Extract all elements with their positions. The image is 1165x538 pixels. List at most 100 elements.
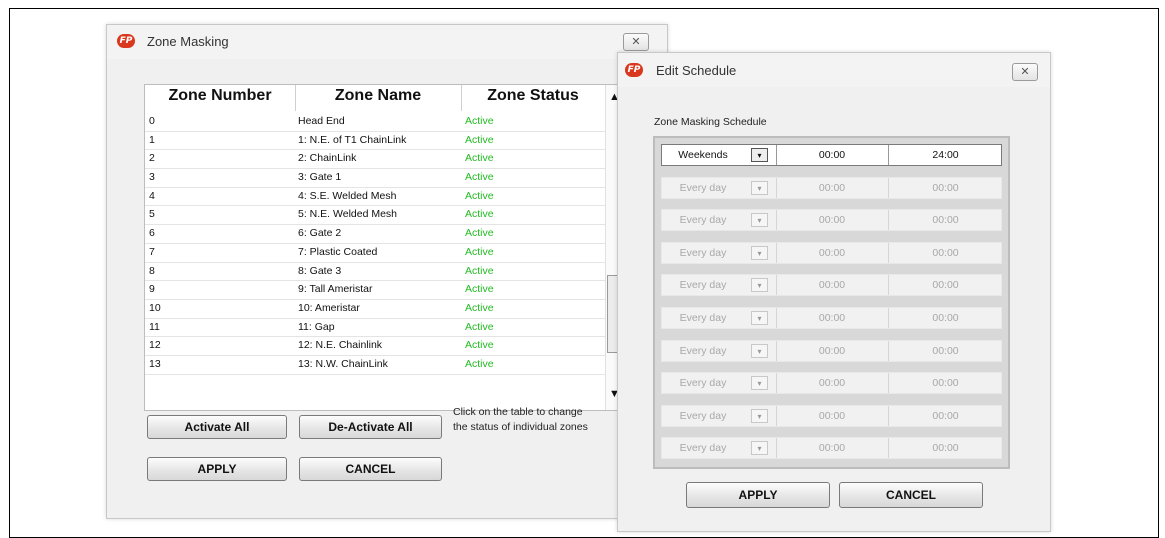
schedule-day-select[interactable]: Every day [668,341,738,361]
schedule-start-time[interactable]: 00:00 [776,308,888,328]
table-row[interactable]: 2 2: ChainLink Active [145,150,605,170]
chevron-down-icon[interactable]: ▾ [751,441,768,456]
schedule-row[interactable]: Every day ▾ 00:00 00:00 [661,437,1003,460]
table-row[interactable]: 11 11: Gap Active [145,319,605,338]
zone-name-cell: 7: Plastic Coated [298,245,378,258]
chevron-down-icon[interactable]: ▾ [751,376,768,391]
zone-status-cell: Active [465,301,494,314]
schedule-end-time[interactable]: 00:00 [888,308,1003,328]
zone-apply-button[interactable]: APPLY [147,457,287,481]
zone-cancel-button[interactable]: CANCEL [299,457,442,481]
zone-status-cell: Active [465,264,494,277]
zone-name-cell: 6: Gate 2 [298,227,342,240]
zone-status-cell: Active [465,115,494,127]
chevron-down-icon[interactable]: ▾ [751,278,768,293]
schedule-end-time[interactable]: 24:00 [888,145,1003,165]
schedule-row[interactable]: Every day ▾ 00:00 00:00 [661,274,1003,297]
schedule-row[interactable]: Every day ▾ 00:00 00:00 [661,339,1003,362]
table-row[interactable]: 10 10: Ameristar Active [145,300,605,319]
zone-name-cell: 8: Gate 3 [298,264,342,277]
edit-schedule-title: Edit Schedule [656,63,737,78]
schedule-start-time[interactable]: 00:00 [776,341,888,361]
schedule-row[interactable]: Every day ▾ 00:00 00:00 [661,372,1003,395]
zone-number-cell: 5 [149,208,155,221]
table-row[interactable]: 3 3: Gate 1 Active [145,169,605,188]
zone-number-cell: 6 [149,227,155,240]
schedule-start-time[interactable]: 00:00 [776,373,888,393]
schedule-start-time[interactable]: 00:00 [776,438,888,458]
edit-schedule-titlebar: FP Edit Schedule ✕ [618,53,1050,87]
deactivate-all-button[interactable]: De-Activate All [299,415,442,439]
chevron-down-icon[interactable]: ▾ [751,180,768,195]
zone-status-cell: Active [465,339,494,352]
table-row[interactable]: 12 12: N.E. Chainlink Active [145,337,605,356]
schedule-day-select[interactable]: Every day [668,210,738,230]
schedule-day-select[interactable]: Weekends [668,145,738,165]
zone-name-cell: 4: S.E. Welded Mesh [298,189,397,202]
schedule-end-time[interactable]: 00:00 [888,341,1003,361]
table-row[interactable]: 4 4: S.E. Welded Mesh Active [145,188,605,207]
schedule-start-time[interactable]: 00:00 [776,178,888,198]
zone-status-cell: Active [465,320,494,333]
schedule-row[interactable]: Every day ▾ 00:00 00:00 [661,209,1003,232]
chevron-down-icon[interactable]: ▾ [751,343,768,358]
table-row[interactable]: 13 13: N.W. ChainLink Active [145,356,605,375]
schedule-day-select[interactable]: Every day [668,438,738,458]
schedule-start-time[interactable]: 00:00 [776,145,888,165]
zone-table-hint: Click on the table to change the status … [453,405,623,435]
zone-name-cell: 5: N.E. Welded Mesh [298,208,398,221]
table-row[interactable]: 0 Head End Active [145,113,605,132]
chevron-down-icon[interactable]: ▾ [751,311,768,325]
schedule-end-time[interactable]: 00:00 [888,210,1003,230]
schedule-end-time[interactable]: 00:00 [888,373,1003,393]
zone-name-cell: 9: Tall Ameristar [298,283,373,296]
zone-status-cell: Active [465,245,494,258]
schedule-day-select[interactable]: Every day [668,275,738,295]
schedule-start-time[interactable]: 00:00 [776,210,888,230]
table-row[interactable]: 1 1: N.E. of T1 ChainLink Active [145,132,605,151]
table-row[interactable]: 8 8: Gate 3 Active [145,263,605,282]
chevron-down-icon[interactable]: ▾ [751,408,768,423]
zone-name-cell: 3: Gate 1 [298,171,342,184]
table-row[interactable]: 5 5: N.E. Welded Mesh Active [145,206,605,226]
edit-schedule-close-button[interactable]: ✕ [1012,63,1038,81]
activate-all-button[interactable]: Activate All [147,415,287,439]
schedule-apply-button[interactable]: APPLY [686,482,830,508]
zone-number-cell: 10 [149,301,161,314]
schedule-day-select[interactable]: Every day [668,243,738,263]
table-row[interactable]: 6 6: Gate 2 Active [145,225,605,244]
schedule-day-select[interactable]: Every day [668,406,738,426]
schedule-day-select[interactable]: Every day [668,178,738,198]
schedule-row[interactable]: Every day ▾ 00:00 00:00 [661,241,1003,264]
table-row[interactable]: 7 7: Plastic Coated Active [145,244,605,263]
schedule-day-select[interactable]: Every day [668,373,738,393]
zone-number-cell: 4 [149,189,155,202]
schedule-row[interactable]: Every day ▾ 00:00 00:00 [661,307,1002,329]
zone-masking-close-button[interactable]: ✕ [623,33,649,51]
chevron-down-icon[interactable]: ▾ [751,148,768,162]
chevron-down-icon[interactable]: ▾ [751,213,768,228]
schedule-end-time[interactable]: 00:00 [888,178,1003,198]
schedule-start-time[interactable]: 00:00 [776,275,888,295]
zone-table[interactable]: Zone Number Zone Name Zone Status 0 Head … [144,84,623,411]
edit-schedule-window: FP Edit Schedule ✕ Zone Masking Schedule… [617,52,1051,532]
zone-name-cell: 13: N.W. ChainLink [298,357,388,370]
schedule-start-time[interactable]: 00:00 [776,243,888,263]
schedule-end-time[interactable]: 00:00 [888,438,1003,458]
schedule-day-select[interactable]: Every day [668,308,738,328]
schedule-cancel-button[interactable]: CANCEL [839,482,983,508]
schedule-row[interactable]: Every day ▾ 00:00 00:00 [661,176,1003,199]
zone-status-cell: Active [465,227,494,240]
schedule-end-time[interactable]: 00:00 [888,243,1003,263]
schedule-end-time[interactable]: 00:00 [888,275,1003,295]
zone-masking-titlebar: FP Zone Masking ✕ [107,25,667,59]
header-zone-status: Zone Status [487,87,579,104]
zone-number-cell: 8 [149,264,155,277]
schedule-row[interactable]: Every day ▾ 00:00 00:00 [661,404,1003,427]
schedule-end-time[interactable]: 00:00 [888,406,1003,426]
zone-status-cell: Active [465,283,494,296]
schedule-start-time[interactable]: 00:00 [776,406,888,426]
chevron-down-icon[interactable]: ▾ [751,245,768,260]
table-row[interactable]: 9 9: Tall Ameristar Active [145,281,605,300]
schedule-row[interactable]: Weekends ▾ 00:00 24:00 [661,144,1002,166]
